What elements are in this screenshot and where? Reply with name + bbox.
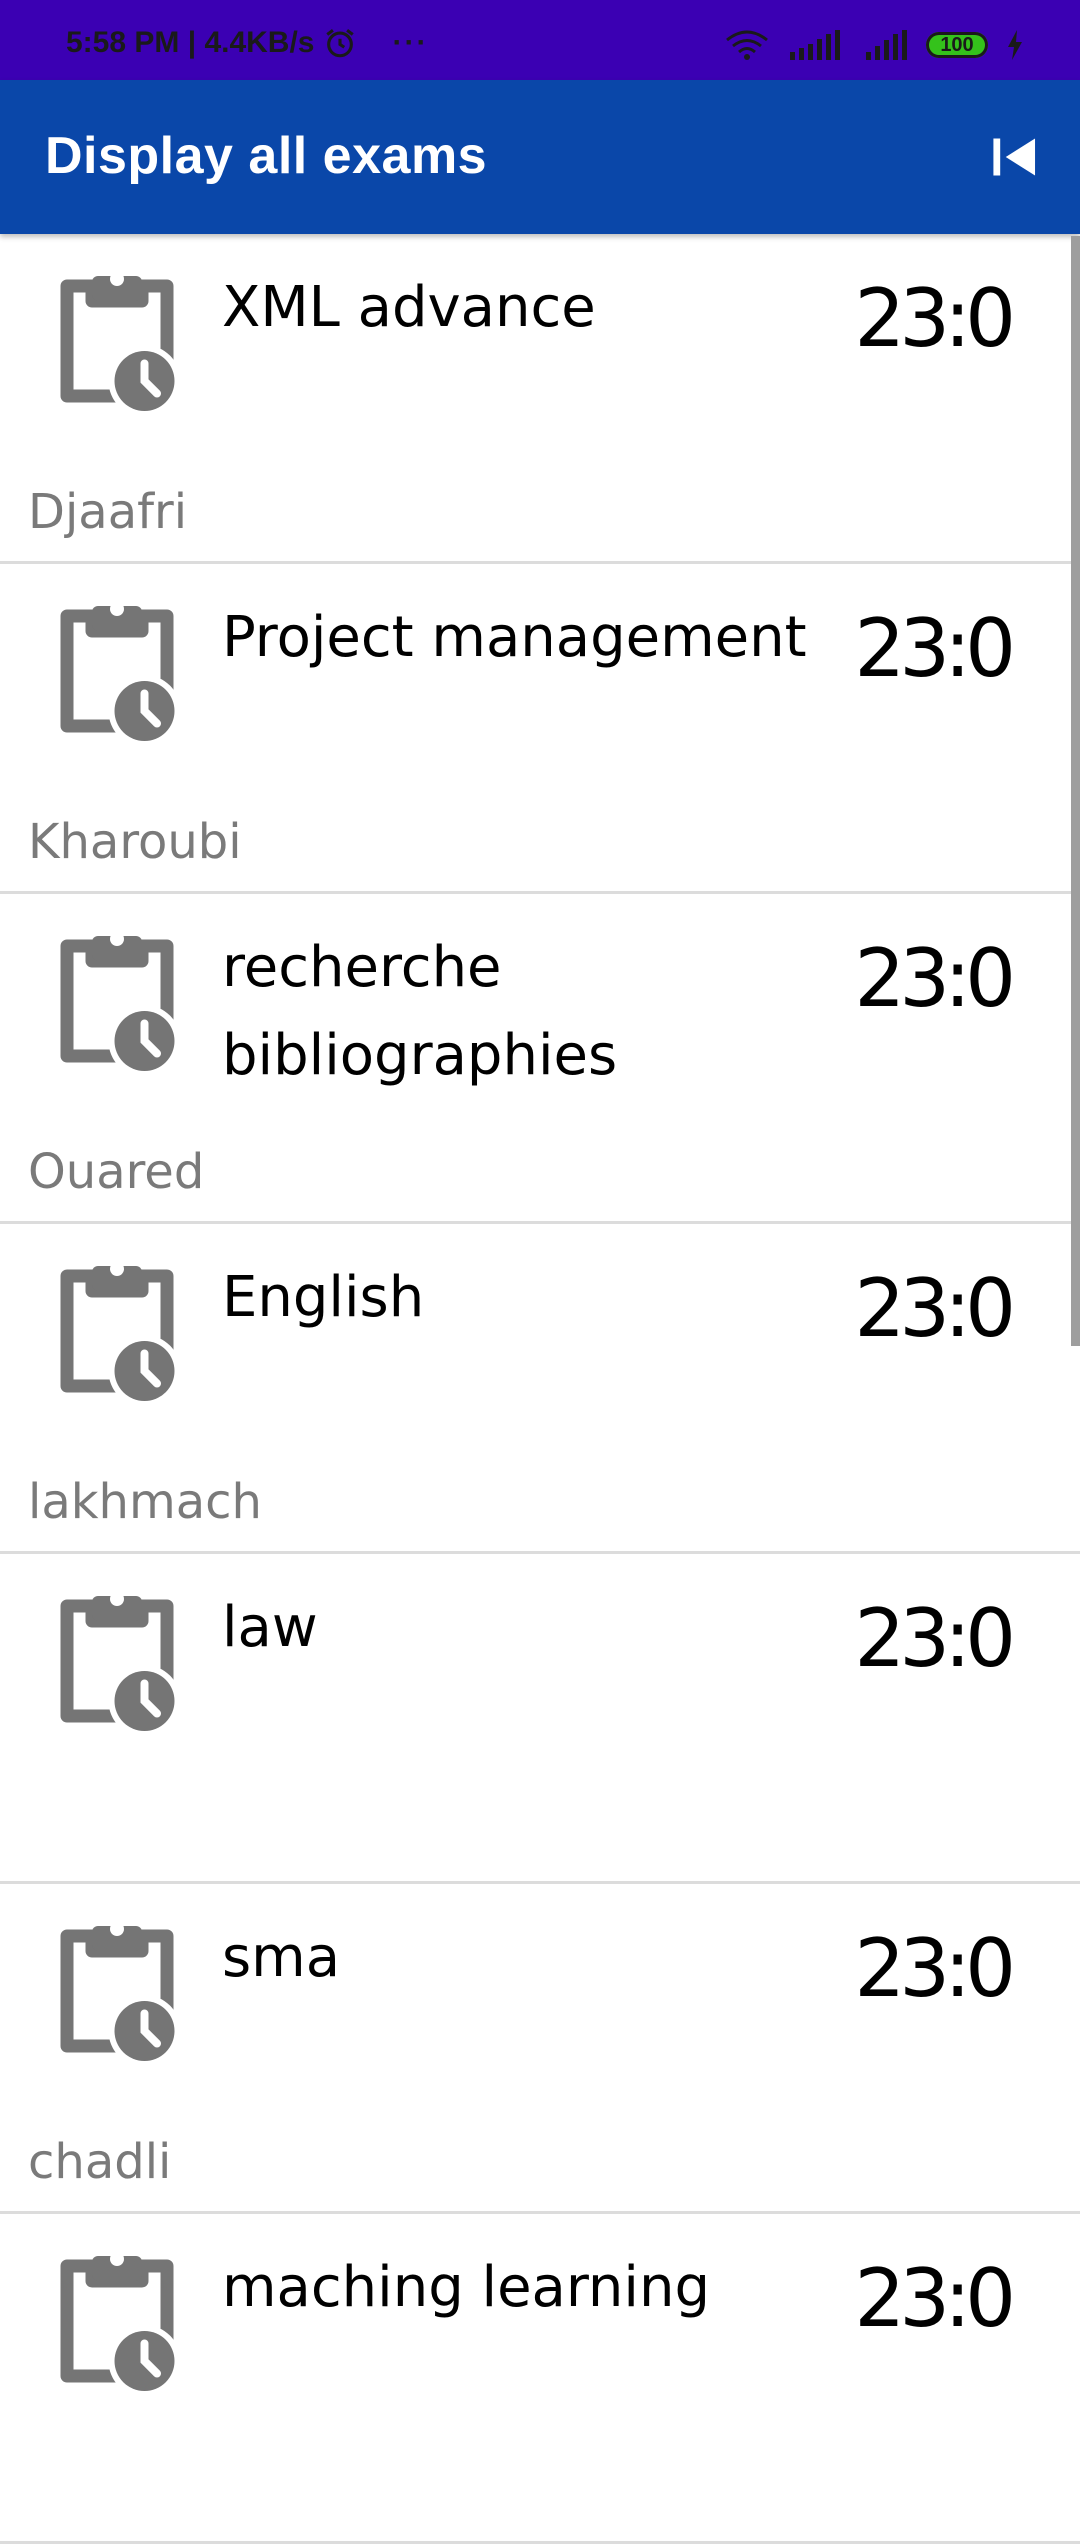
battery-icon: 100: [926, 32, 988, 58]
exam-list-item[interactable]: maching learning 23:0: [0, 2214, 1080, 2544]
exam-teacher: Kharoubi: [28, 814, 242, 870]
exam-time: 23:0: [854, 932, 1016, 1025]
app-bar: Display all exams: [0, 80, 1080, 234]
more-dots: ···: [392, 26, 429, 59]
clipboard-clock-icon: [60, 1922, 181, 2066]
exam-teacher: chadli: [28, 2134, 172, 2190]
page-title: Display all exams: [45, 127, 488, 185]
signal-1-icon: [790, 30, 840, 60]
exam-list-item[interactable]: Project management 23:0 Kharoubi: [0, 564, 1080, 894]
clipboard-clock-icon: [60, 602, 181, 746]
status-right: 100: [724, 30, 1024, 60]
charging-icon: [1008, 30, 1022, 60]
signal-2-icon: [866, 30, 907, 60]
clipboard-clock-icon: [60, 1592, 181, 1736]
exam-subject: maching learning: [222, 2255, 711, 2320]
exam-subject: recherche bibliographies: [222, 935, 618, 1088]
exam-subject: XML advance: [222, 275, 596, 340]
wifi-icon: [726, 30, 768, 60]
exam-teacher: lakhmach: [28, 1474, 262, 1530]
exam-teacher: Djaafri: [28, 484, 188, 540]
exam-subject: sma: [222, 1925, 341, 1990]
exam-subject: English: [222, 1265, 425, 1330]
exam-list-item[interactable]: XML advance 23:0 Djaafri: [0, 234, 1080, 564]
exam-time: 23:0: [854, 2252, 1016, 2345]
status-bar: 5:58 PM | 4.4KB/s ··· 100: [0, 0, 1080, 80]
clipboard-clock-icon: [60, 272, 181, 416]
exam-list-item[interactable]: law 23:0: [0, 1554, 1080, 1884]
exam-subject: Project management: [222, 605, 807, 670]
exam-time: 23:0: [854, 272, 1016, 365]
clipboard-clock-icon: [60, 932, 181, 1076]
status-left: 5:58 PM | 4.4KB/s ···: [66, 26, 428, 60]
alarm-icon: [325, 29, 354, 58]
clipboard-clock-icon: [60, 1262, 181, 1406]
exam-time: 23:0: [854, 1592, 1016, 1685]
exam-subject: law: [222, 1595, 318, 1660]
battery-level: 100: [940, 33, 974, 56]
exam-list-item[interactable]: sma 23:0 chadli: [0, 1884, 1080, 2214]
exam-list-item[interactable]: recherche bibliographies 23:0 Ouared: [0, 894, 1080, 1224]
clipboard-clock-icon: [60, 2252, 181, 2396]
status-time-speed: 5:58 PM | 4.4KB/s: [66, 26, 315, 59]
scrollbar[interactable]: [1071, 236, 1080, 1346]
first-page-icon[interactable]: [978, 120, 1052, 194]
exam-time: 23:0: [854, 602, 1016, 695]
exam-time: 23:0: [854, 1922, 1016, 2015]
exam-teacher: Ouared: [28, 1144, 205, 1200]
exam-list: XML advance 23:0 Djaafri Project managem…: [0, 234, 1080, 2544]
exam-time: 23:0: [854, 1262, 1016, 1355]
exam-list-item[interactable]: English 23:0 lakhmach: [0, 1224, 1080, 1554]
